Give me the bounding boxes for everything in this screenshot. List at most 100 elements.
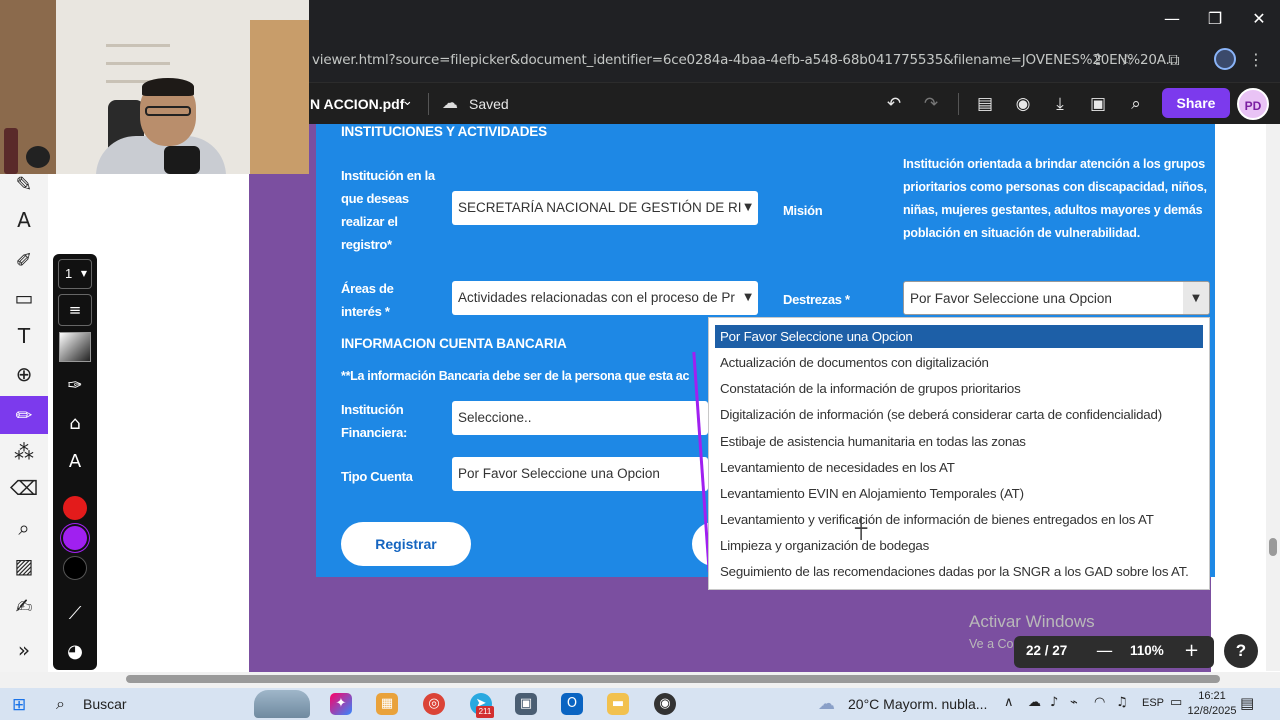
institution-select[interactable]: SECRETARÍA NACIONAL DE GESTIÓN DE RI ▼ [452,191,758,225]
skills-dropdown-list[interactable]: Por Favor Seleccione una Opcion Actualiz… [708,317,1210,590]
opacity-icon[interactable] [59,332,91,362]
skills-select[interactable]: Por Favor Seleccione una Opcion ▼ [903,281,1210,315]
search-highlight-icon[interactable] [254,690,310,718]
text-color-icon[interactable]: A [59,448,91,476]
redo-icon[interactable]: ↷ [919,93,943,115]
browser-menu-icon[interactable]: ⋮ [1245,49,1267,71]
text-tool-icon[interactable]: T [9,322,39,350]
copilot-icon[interactable]: ✦ [330,693,352,715]
clock[interactable]: 16:21 12/8/2025 [1186,689,1238,719]
dropdown-option[interactable]: Levantamiento y verificación de informac… [715,508,1203,531]
dropdown-option[interactable]: Limpieza y organización de bodegas [715,534,1203,557]
zoom-out-button[interactable]: — [1096,641,1113,661]
chrome-icon[interactable]: ◎ [423,693,445,715]
color-swatch-purple[interactable] [63,526,87,550]
usb-icon[interactable]: ⌁ [1070,695,1078,710]
dropdown-option[interactable]: Levantamiento de necesidades en los AT [715,456,1203,479]
dropdown-option[interactable]: Por Favor Seleccione una Opcion [715,325,1203,348]
browser-profile-icon[interactable] [1214,48,1236,70]
outlook-icon[interactable]: O [561,693,583,715]
wifi-icon[interactable]: ◠ [1094,695,1105,710]
windows-start-icon[interactable]: ⊞ [12,695,26,715]
file-explorer-icon[interactable]: ▬ [607,693,629,715]
draw-tool-icon[interactable]: ✏ [0,396,48,434]
page-indicator[interactable]: 22 / 27 [1026,643,1067,658]
pen-icon[interactable]: ✑ [59,372,91,400]
stroke-size-select[interactable]: 1 ▼ [58,259,92,289]
search-icon[interactable]: ⌕ [1124,93,1148,115]
comment-icon[interactable]: ▭ [9,284,39,312]
zoom-level[interactable]: 110% [1130,643,1164,658]
restore-icon[interactable]: ❐ [1203,8,1227,30]
register-button[interactable]: Registrar [341,522,471,566]
fill-sign-icon[interactable]: ✎ [9,170,39,198]
volume-icon[interactable]: ♫ [1116,695,1128,710]
zoom-in-button[interactable]: + [1184,640,1199,661]
windows-taskbar: ⊞ ⌕ Buscar ✦ ▦ ◎ ➤ ▣ O ▬ ◉ ☁ 20°C Mayorm… [0,688,1280,720]
download-icon[interactable]: ⤓ [1048,93,1072,115]
tray-expand-icon[interactable]: ∧ [1004,695,1014,710]
language-indicator[interactable]: ESP [1142,697,1164,709]
webcam-cabinet [250,20,309,174]
page-zoom-control: 22 / 27 — 110% + [1014,636,1214,668]
battery-icon[interactable]: ▭ [1170,695,1182,710]
undo-icon[interactable]: ↶ [882,93,906,115]
signature-icon[interactable]: ✍ [9,592,39,620]
webcam-shelf [106,62,170,65]
dropdown-option[interactable]: Seguimiento de las recomendaciones dadas… [715,560,1203,583]
avatar[interactable]: PD [1237,88,1269,120]
bookmark-star-icon[interactable]: ☆ [1116,49,1138,71]
palette-icon[interactable]: ◕ [59,638,91,666]
shapes-icon[interactable]: ⁂ [9,438,39,466]
image-edit-icon[interactable]: ▨ [9,552,39,580]
line-style-icon[interactable]: ≡ [58,294,92,326]
horizontal-scroll-thumb[interactable] [126,675,1220,683]
document-icon[interactable]: ▤ [973,93,997,115]
onedrive-icon[interactable]: ☁ [1028,695,1041,710]
label-areas: Áreas de interés * [341,281,394,319]
dropdown-option[interactable]: Digitalización de información (se deberá… [715,403,1203,426]
close-icon[interactable]: ✕ [1247,8,1271,30]
extensions-icon[interactable]: ⧉ [1163,49,1185,71]
clock-date: 12/8/2025 [1187,705,1237,717]
color-swatch-red[interactable] [63,496,87,520]
ai-search-icon[interactable]: ⌕ [9,514,39,542]
url-text[interactable]: viewer.html?source=filepicker&document_i… [312,52,1178,68]
eye-icon[interactable]: ◉ [1011,93,1035,115]
color-swatch-black[interactable] [63,556,87,580]
document-name[interactable]: N ACCION.pdf [310,96,404,112]
financial-institution-select[interactable]: Seleccione.. [452,401,708,435]
vertical-scrollbar[interactable] [1266,124,1280,671]
expand-icon[interactable]: » [9,636,39,664]
highlight-icon[interactable]: ✐ [9,246,39,274]
help-button[interactable]: ? [1224,634,1258,668]
store-icon[interactable]: ▦ [376,693,398,715]
minimize-icon[interactable]: — [1160,8,1184,30]
stamp-icon[interactable]: ⊕ [9,360,39,388]
dropdown-option[interactable]: Constatación de la información de grupos… [715,377,1203,400]
app-icon[interactable]: ▣ [515,693,537,715]
vertical-scroll-thumb[interactable] [1269,538,1277,556]
eraser-icon[interactable]: ⌫ [9,474,39,502]
dropdown-option[interactable]: Actualización de documentos con digitali… [715,351,1203,374]
install-app-icon[interactable]: ⇪ [1087,49,1109,71]
weather-cloud-icon[interactable]: ☁ [818,694,835,714]
account-type-select[interactable]: Por Favor Seleccione una Opcion [452,457,708,491]
dropdown-option[interactable]: Levantamiento EVIN en Alojamiento Tempor… [715,482,1203,505]
weather-text[interactable]: 20°C Mayorm. nubla... [848,696,987,712]
dropdown-option[interactable]: Estibaje de asistencia humanitaria en to… [715,430,1203,453]
microphone-icon[interactable]: ♪ [1050,695,1058,710]
text-recognition-icon[interactable]: A [9,206,39,234]
webcam-shelf [106,44,170,47]
toolbox-icon[interactable]: ▣ [1086,93,1110,115]
highlighter-icon[interactable]: ⌂ [59,410,91,438]
chevron-down-icon[interactable]: ⌄ [402,94,413,109]
taskbar-search[interactable]: Buscar [83,696,127,712]
areas-select[interactable]: Actividades relacionadas con el proceso … [452,281,758,315]
eyedropper-icon[interactable]: ⟋ [59,600,91,628]
notification-icon[interactable]: ▤ [1240,694,1254,712]
obs-icon[interactable]: ◉ [654,693,676,715]
search-icon[interactable]: ⌕ [56,694,65,714]
share-button[interactable]: Share [1162,88,1230,118]
caret-down-icon[interactable]: ▼ [1183,282,1209,314]
